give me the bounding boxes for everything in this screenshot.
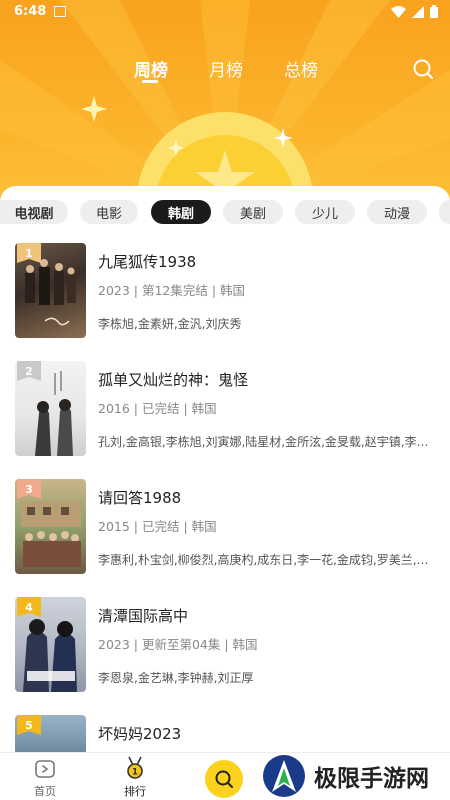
item-title: 孤单又灿烂的神：鬼怪	[98, 371, 249, 389]
poster-image: 1	[15, 243, 86, 338]
category-label: 韩剧	[167, 206, 194, 222]
category-label: 电视剧	[14, 206, 54, 222]
tab-monthly[interactable]: 月榜	[209, 56, 243, 81]
item-meta: 2023 | 更新至第04集 | 韩国	[98, 637, 258, 652]
poster-image: 2	[15, 361, 86, 456]
category-filter-bar: 电视剧 电影 韩剧 美剧 少儿 动漫	[0, 200, 450, 226]
tab-weekly[interactable]: 周榜	[134, 56, 168, 83]
category-anime[interactable]: 动漫	[367, 200, 427, 224]
rank-number: 2	[25, 364, 33, 378]
category-kids[interactable]: 少儿	[295, 200, 355, 224]
item-cast: 李惠利,朴宝剑,柳俊烈,高庚杓,成东日,李一花,金成钧,罗美兰,李...	[98, 553, 436, 567]
nav-ranking-label: 排行	[124, 785, 146, 798]
tab-monthly-label: 月榜	[209, 61, 243, 81]
category-tv-series[interactable]: 电视剧	[0, 200, 68, 224]
list-item[interactable]: 3 请回答1988 2015 | 已完结 | 韩国 李惠利,朴宝剑,柳俊烈,高庚…	[0, 479, 450, 583]
active-tab-indicator	[142, 80, 158, 83]
battery-icon	[430, 5, 438, 18]
category-label: 电影	[95, 206, 122, 222]
poster-image: 4	[15, 597, 86, 692]
item-cast: 李恩泉,金艺琳,李钟赫,刘正厚	[98, 671, 254, 685]
watermark: 极限手游网	[262, 752, 450, 800]
category-us-drama[interactable]: 美剧	[223, 200, 283, 224]
category-label: 美剧	[239, 206, 266, 222]
item-title: 九尾狐传1938	[98, 253, 197, 271]
watermark-logo-icon	[263, 755, 305, 797]
category-movie[interactable]: 电影	[80, 200, 138, 224]
poster-image: 5	[15, 715, 86, 752]
status-bar: 6:48	[0, 0, 450, 24]
svg-text:1: 1	[132, 768, 138, 778]
search-icon[interactable]	[412, 58, 434, 80]
item-meta: 2023 | 第12集完结 | 韩国	[98, 283, 246, 298]
list-item[interactable]: 4 清潭国际高中 2023 | 更新至第04集 | 韩国 李恩泉,金艺琳,李钟赫…	[0, 597, 450, 701]
category-label: 动漫	[383, 206, 410, 222]
category-korean-drama[interactable]: 韩剧	[151, 200, 211, 224]
item-title: 请回答1988	[98, 489, 182, 507]
category-more-clipped[interactable]	[439, 200, 450, 224]
item-title: 清潭国际高中	[98, 607, 189, 625]
watermark-text: 极限手游网	[314, 765, 429, 792]
list-item[interactable]: 2 孤单又灿烂的神：鬼怪 2016 | 已完结 | 韩国 孔刘,金高银,李栋旭,…	[0, 361, 450, 465]
item-title: 坏妈妈2023	[98, 725, 182, 743]
rank-badge: 5	[17, 715, 41, 735]
header-banner: 6:48 周榜 月榜 总榜	[0, 0, 450, 215]
wifi-icon	[391, 5, 406, 18]
tab-all-time-label: 总榜	[284, 61, 318, 81]
status-time: 6:48	[14, 4, 47, 19]
sunburst-background	[0, 0, 450, 215]
category-label: 少儿	[311, 206, 338, 222]
home-icon	[35, 760, 55, 778]
poster-image: 3	[15, 479, 86, 574]
tab-all-time[interactable]: 总榜	[284, 56, 318, 81]
ranking-period-tabs: 周榜 月榜 总榜	[0, 56, 450, 86]
item-cast: 李栋旭,金素妍,金汎,刘庆秀	[98, 317, 242, 331]
nav-home[interactable]: 首页	[15, 753, 75, 800]
tab-weekly-label: 周榜	[134, 61, 168, 81]
item-meta: 2015 | 已完结 | 韩国	[98, 519, 217, 534]
medal-icon: 1	[127, 756, 143, 779]
rank-number: 3	[25, 482, 33, 496]
signal-icon	[412, 5, 424, 18]
search-button[interactable]	[205, 760, 243, 798]
rank-number: 4	[25, 600, 33, 614]
item-meta: 2016 | 已完结 | 韩国	[98, 401, 217, 416]
search-icon	[215, 770, 233, 788]
nav-home-label: 首页	[34, 785, 56, 798]
item-cast: 孔刘,金高银,李栋旭,刘寅娜,陆星材,金所泫,金旻载,赵宇镇,李艾...	[98, 435, 436, 449]
list-item[interactable]: 1 九尾狐传1938 2023 | 第12集完结 | 韩国 李栋旭,金素妍,金汎…	[0, 243, 450, 347]
rank-number: 5	[25, 718, 33, 732]
rank-number: 1	[25, 246, 33, 260]
gallery-notification-icon	[54, 6, 66, 17]
nav-ranking[interactable]: 1 排行	[105, 753, 165, 800]
